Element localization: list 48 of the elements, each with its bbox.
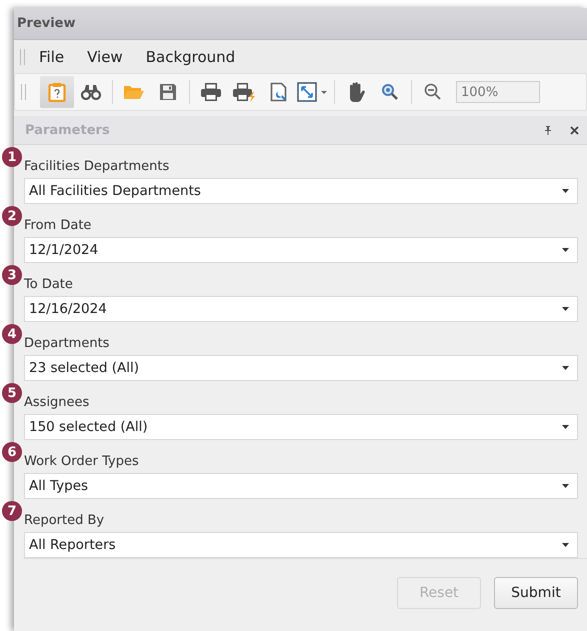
caret-icon xyxy=(562,189,569,193)
document-wrench-icon xyxy=(270,82,288,102)
caret-icon xyxy=(562,543,569,547)
number-badge: 2 xyxy=(2,206,22,226)
field-label: Facilities Departments xyxy=(24,159,170,174)
dropdown-field[interactable]: 150 selected (All) xyxy=(24,414,578,440)
dropdown-field[interactable]: 12/1/2024 xyxy=(24,237,578,263)
number-badge: 4 xyxy=(2,324,22,344)
caret-icon xyxy=(562,307,569,311)
field-label: Departments xyxy=(24,336,110,351)
caret-icon xyxy=(562,425,569,429)
dropdown-field[interactable]: All Types xyxy=(24,473,578,499)
grip-handle[interactable] xyxy=(20,48,25,64)
zoom-field[interactable]: 100% xyxy=(456,81,540,103)
submit-button[interactable]: Submit xyxy=(494,577,578,609)
caret-icon xyxy=(562,248,569,252)
printer-lightning-icon xyxy=(233,82,257,102)
grip-handle[interactable] xyxy=(21,84,26,100)
field-label: Work Order Types xyxy=(24,454,140,469)
zoom-out-icon xyxy=(424,83,442,101)
number-badge: 3 xyxy=(2,265,22,285)
close-icon[interactable] xyxy=(570,126,579,134)
number-badge: 7 xyxy=(2,501,22,521)
dropdown-field[interactable]: All Facilities Departments xyxy=(24,178,578,204)
field-label: From Date xyxy=(24,218,92,233)
number-badge: 6 xyxy=(2,442,22,462)
magnifier-icon xyxy=(381,83,399,101)
menu-item[interactable]: File xyxy=(39,48,64,66)
window-title: Preview xyxy=(17,16,76,31)
folder-icon xyxy=(123,84,145,100)
caret-icon xyxy=(562,366,569,370)
menu-item[interactable]: Background xyxy=(146,48,236,66)
field-label: Reported By xyxy=(24,513,106,528)
menu-item[interactable]: View xyxy=(87,48,123,66)
pin-icon[interactable] xyxy=(544,126,552,134)
number-badge: 1 xyxy=(2,147,22,167)
field-label: Assignees xyxy=(24,395,90,410)
printer-icon xyxy=(200,82,222,102)
dropdown-field[interactable]: All Reporters xyxy=(24,532,578,558)
field-label: To Date xyxy=(24,277,74,292)
caret-icon xyxy=(562,484,569,488)
dropdown-field[interactable]: 23 selected (All) xyxy=(24,355,578,381)
resize-arrows-icon xyxy=(297,82,329,102)
panel-title: Parameters xyxy=(25,122,110,138)
number-badge: 5 xyxy=(2,383,22,403)
dropdown-field[interactable]: 12/16/2024 xyxy=(24,296,578,322)
clipboard-icon xyxy=(48,82,66,102)
binoculars-icon xyxy=(81,84,101,100)
